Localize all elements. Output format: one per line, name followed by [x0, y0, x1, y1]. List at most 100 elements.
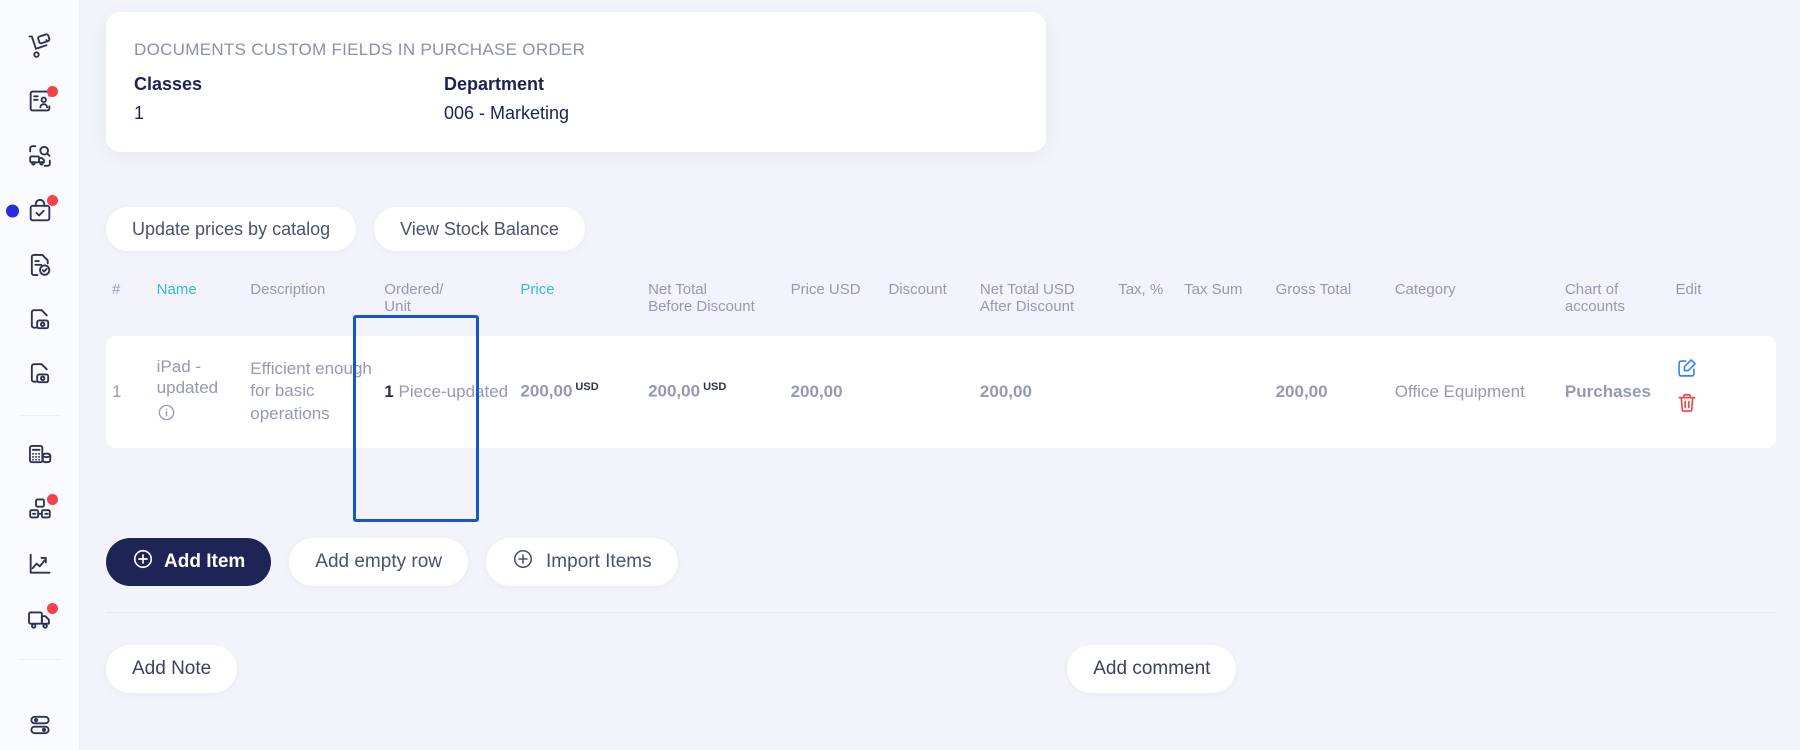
import-items-button[interactable]: Import Items [486, 538, 678, 586]
col-net-total-usd-after-discount[interactable]: Net Total USD After Discount [974, 265, 1112, 336]
field-classes: Classes 1 [134, 74, 444, 124]
trending-chart-icon [26, 550, 54, 578]
col-ordered-unit[interactable]: Ordered/ Unit [378, 265, 514, 336]
add-item-button[interactable]: Add Item [106, 538, 272, 586]
add-comment-button[interactable]: Add comment [1067, 645, 1237, 693]
sidebar-item-payments[interactable] [12, 350, 68, 399]
delete-icon[interactable] [1676, 392, 1770, 419]
sidebar-item-deliveries[interactable] [12, 594, 68, 643]
hand-truck-icon [26, 33, 54, 61]
calculator-database-icon [26, 441, 54, 469]
items-table-body: 1 iPad - updated Efficient enough for ba… [106, 335, 1776, 448]
sidebar-item-accounting[interactable] [12, 430, 68, 479]
cell-category[interactable]: Office Equipment [1389, 336, 1559, 448]
cell-gross-total: 200,00 [1275, 381, 1328, 401]
info-icon[interactable] [157, 403, 239, 427]
app-root: DOCUMENTS CUSTOM FIELDS IN PURCHASE ORDE… [0, 0, 1800, 750]
cell-price[interactable]: 200,00 USD [514, 336, 642, 448]
add-empty-row-button[interactable]: Add empty row [289, 538, 469, 586]
plus-circle-icon [132, 548, 154, 576]
cell-index: 1 [112, 381, 122, 401]
document-payment-alt-icon [26, 360, 54, 388]
col-net-total-before-discount[interactable]: Net Total Before Discount [642, 265, 785, 336]
card-fields: Classes 1 Department 006 - Marketing [134, 74, 1018, 124]
col-tax-sum[interactable]: Tax Sum [1178, 265, 1269, 336]
col-tax-percent[interactable]: Tax, % [1112, 265, 1178, 336]
custom-fields-card: DOCUMENTS CUSTOM FIELDS IN PURCHASE ORDE… [106, 12, 1046, 152]
cell-tax-percent[interactable] [1112, 336, 1178, 448]
sidebar-item-settings[interactable] [12, 701, 68, 750]
sidebar-item-shipment-search[interactable] [12, 131, 68, 180]
add-item-label: Add Item [164, 551, 246, 572]
cell-chart-of-accounts[interactable]: Purchases [1559, 336, 1670, 448]
left-sidebar [0, 0, 80, 750]
net-total-before-discount-value: 200,00 [648, 381, 701, 401]
field-department: Department 006 - Marketing [444, 74, 569, 124]
table-actions: Update prices by catalog View Stock Bala… [106, 207, 585, 251]
col-description[interactable]: Description [244, 265, 378, 336]
notes-row: Add Note Add comment [106, 645, 1776, 693]
price-currency: USD [575, 381, 599, 394]
settings-toggles-icon [26, 711, 54, 739]
import-items-label: Import Items [546, 551, 652, 572]
notification-badge [46, 194, 58, 206]
col-price[interactable]: Price [514, 265, 642, 336]
cell-net-total-before-discount: 200,00 USD [642, 336, 785, 448]
col-name[interactable]: Name [151, 265, 245, 336]
table-row[interactable]: 1 iPad - updated Efficient enough for ba… [106, 335, 1776, 448]
main-content: DOCUMENTS CUSTOM FIELDS IN PURCHASE ORDE… [80, 0, 1800, 750]
col-chart-of-accounts[interactable]: Chart of accounts [1559, 265, 1670, 336]
items-table-container: # Name Description Ordered/ Unit Price N… [106, 265, 1776, 522]
field-classes-value: 1 [134, 103, 145, 123]
sidebar-item-invoices[interactable] [12, 295, 68, 344]
view-stock-balance-button[interactable]: View Stock Balance [374, 207, 585, 251]
notification-badge [46, 602, 58, 614]
col-edit: Edit [1675, 281, 1702, 298]
document-payment-icon [26, 306, 54, 334]
edit-icon[interactable] [1676, 357, 1770, 384]
field-department-label: Department [444, 74, 545, 94]
active-indicator-dot [5, 204, 19, 218]
col-category[interactable]: Category [1389, 265, 1559, 336]
add-note-button[interactable]: Add Note [106, 645, 238, 693]
col-price-usd[interactable]: Price USD [785, 265, 883, 336]
sidebar-item-document-approvals[interactable] [12, 241, 68, 290]
sidebar-item-contacts[interactable] [12, 77, 68, 126]
update-prices-by-catalog-button[interactable]: Update prices by catalog [106, 207, 357, 251]
card-title: DOCUMENTS CUSTOM FIELDS IN PURCHASE ORDE… [134, 40, 586, 59]
cell-ordered-unit[interactable]: 1 Piece-updated [378, 336, 514, 448]
table-header-row: # Name Description Ordered/ Unit Price N… [106, 265, 1776, 336]
field-classes-label: Classes [134, 74, 203, 94]
field-department-value: 006 - Marketing [444, 103, 570, 123]
sidebar-item-inventory[interactable] [12, 485, 68, 534]
ordered-unit: Piece-updated [398, 381, 509, 401]
cell-discount[interactable] [882, 336, 973, 448]
add-empty-row-label: Add empty row [315, 551, 443, 572]
cell-tax-sum [1178, 336, 1269, 448]
col-discount[interactable]: Discount [882, 265, 973, 336]
sidebar-item-reports[interactable] [12, 539, 68, 588]
sidebar-divider [18, 415, 61, 416]
cell-net-total-usd-after-discount: 200,00 [979, 381, 1032, 401]
section-divider [106, 612, 1776, 613]
item-name-text: iPad - updated [156, 357, 219, 398]
notification-badge [46, 493, 58, 505]
plus-circle-icon [512, 548, 534, 576]
cell-name[interactable]: iPad - updated [151, 336, 245, 448]
cell-edit-actions [1670, 336, 1776, 448]
col-gross-total[interactable]: Gross Total [1270, 265, 1389, 336]
notification-badge [46, 85, 58, 97]
sidebar-item-hand-truck[interactable] [12, 22, 68, 71]
items-table-head: # Name Description Ordered/ Unit Price N… [106, 265, 1776, 336]
sidebar-divider-bottom [18, 659, 61, 661]
item-actions-row: Add Item Add empty row Import Items [106, 538, 678, 586]
cell-price-usd: 200,00 [790, 381, 843, 401]
net-total-before-discount-currency: USD [703, 381, 727, 394]
document-check-icon [26, 251, 54, 279]
truck-search-icon [26, 142, 54, 170]
sidebar-item-purchase-orders[interactable] [5, 186, 68, 235]
col-index[interactable]: # [106, 265, 151, 336]
cell-description[interactable]: Efficient enough for basic operations [244, 336, 378, 448]
price-value: 200,00 [520, 381, 573, 401]
items-table: # Name Description Ordered/ Unit Price N… [106, 265, 1776, 448]
